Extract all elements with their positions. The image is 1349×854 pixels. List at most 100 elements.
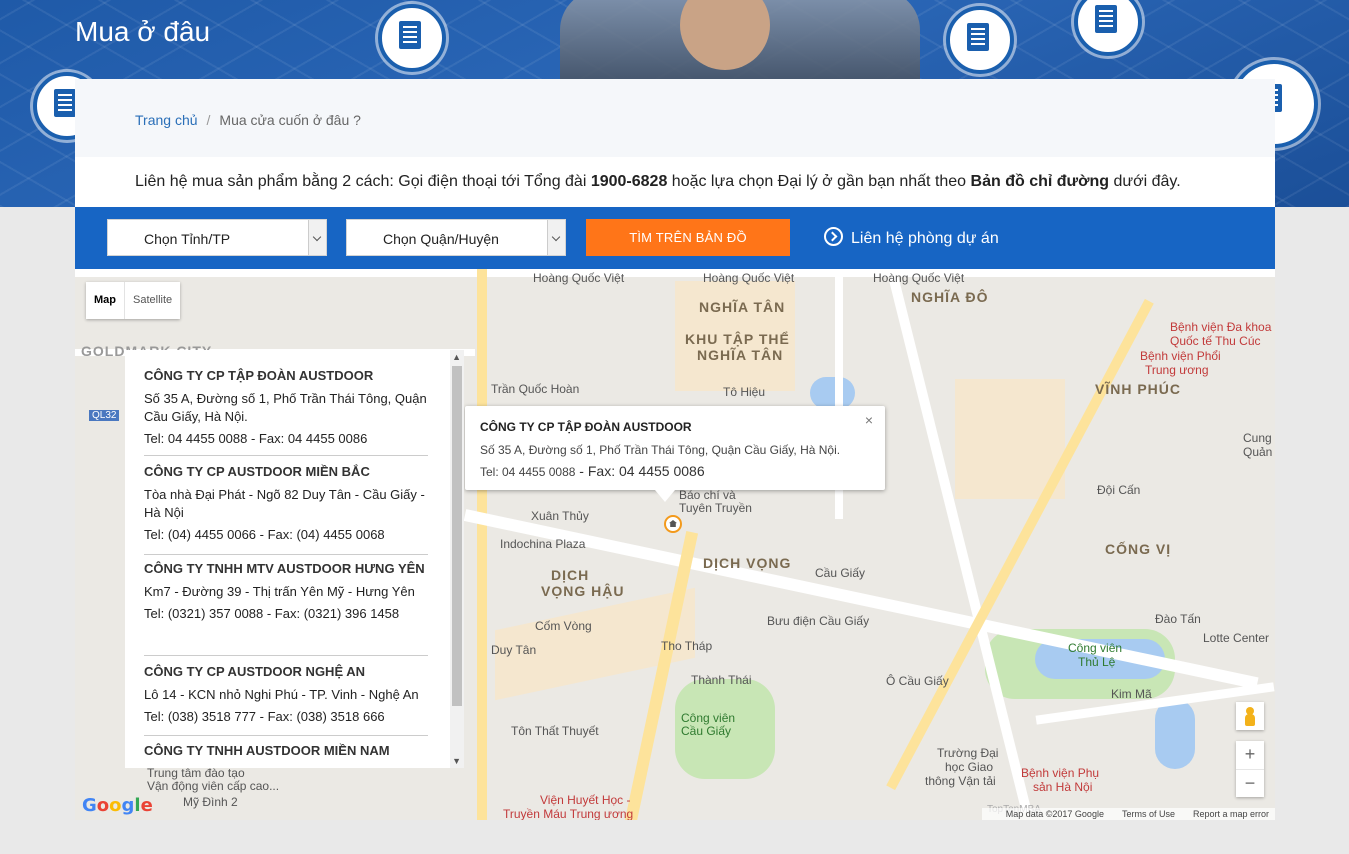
dealer-address: Số 35 A, Đường số 1, Phố Trần Thái Tông,…	[144, 391, 427, 424]
info-window-tel: Tel: 04 4455 0088	[480, 465, 576, 479]
zoom-in-button[interactable]: +	[1236, 741, 1264, 770]
map-label: Công viên	[681, 711, 736, 725]
scroll-up-icon[interactable]: ▲	[452, 352, 461, 362]
google-map[interactable]: Hoàng Quốc Việt Hoàng Quốc Việt Hoàng Qu…	[75, 269, 1275, 820]
location-marker-icon[interactable]	[664, 515, 682, 533]
breadcrumb-home-link[interactable]: Trang chủ	[135, 112, 198, 128]
content-card: Trang chủ / Mua cửa cuốn ở đâu ? Liên hệ m…	[75, 79, 1275, 207]
map-label: Viện Huyết Học -	[540, 793, 631, 807]
map-label: Đội Cấn	[1097, 483, 1141, 497]
highway-shield: QL32	[89, 410, 120, 421]
map-label: Trần Quốc Hoàn	[491, 382, 580, 396]
map-road	[477, 269, 487, 820]
list-item[interactable]: CÔNG TY CP TẬP ĐOÀN AUSTDOOR Số 35 A, Đư…	[144, 364, 428, 456]
chevron-right-circle-icon	[824, 227, 843, 246]
zoom-out-button[interactable]: −	[1236, 770, 1264, 798]
breadcrumb-separator: /	[206, 112, 211, 128]
province-select[interactable]: Chọn Tỉnh/TP	[107, 219, 327, 256]
map-label: Vận động viên cấp cao...	[147, 779, 280, 793]
breadcrumb: Trang chủ / Mua cửa cuốn ở đâu ?	[135, 112, 361, 128]
dealer-phone: Tel: (04) 4455 0066 - Fax: (04) 4455 006…	[144, 527, 385, 542]
map-label: Quản	[1243, 445, 1273, 459]
map-label: Kim Mã	[1111, 687, 1152, 701]
district-select[interactable]: Chọn Quận/Huyện	[346, 219, 566, 256]
map-label: VĨNH PHÚC	[1095, 381, 1182, 397]
info-window-title: CÔNG TY CP TẬP ĐOÀN AUSTDOOR	[480, 420, 692, 434]
chevron-down-icon	[547, 220, 565, 255]
map-label: DỊCH	[551, 567, 590, 583]
dealer-name: CÔNG TY TNHH AUSTDOOR MIỀN NAM	[144, 743, 390, 758]
info-window-fax: - Fax: 04 4455 0086	[575, 463, 705, 479]
lake	[1155, 699, 1195, 769]
intro-part: dưới đây.	[1109, 173, 1181, 190]
terms-of-use-link[interactable]: Terms of Use	[1122, 809, 1175, 819]
map-type-control: Map Satellite	[86, 282, 181, 319]
dealer-address: Km7 - Đường 39 - Thị trấn Yên Mỹ - Hưng …	[144, 584, 415, 599]
dealer-list-panel[interactable]: CÔNG TY CP TẬP ĐOÀN AUSTDOOR Số 35 A, Đư…	[125, 350, 464, 768]
map-data-credit: Map data ©2017 Google	[1005, 809, 1104, 819]
dealer-name: CÔNG TY CP AUSTDOOR NGHỆ AN	[144, 664, 366, 679]
info-window-phone: Tel: 04 4455 0088 - Fax: 04 4455 0086	[480, 463, 705, 479]
map-label: DỊCH VỌNG	[703, 555, 792, 571]
list-item[interactable]: CÔNG TY TNHH AUSTDOOR MIỀN NAM	[144, 739, 428, 763]
dealer-address: Tòa nhà Đại Phát - Ngõ 82 Duy Tân - Cầu …	[144, 487, 425, 520]
map-type-map-button[interactable]: Map	[86, 282, 125, 319]
dealer-name: CÔNG TY TNHH MTV AUSTDOOR HƯNG YÊN	[144, 561, 425, 576]
map-label: Tho Tháp	[661, 639, 713, 653]
map-label: Cầu Giấy	[815, 566, 866, 580]
map-label: NGHĨA TÂN	[699, 299, 786, 315]
list-item[interactable]: CÔNG TY CP AUSTDOOR NGHỆ AN Lô 14 - KCN …	[144, 660, 428, 736]
map-label: Thành Thái	[691, 673, 752, 687]
search-on-map-button[interactable]: TÌM TRÊN BẢN ĐỒ	[586, 219, 790, 256]
google-logo: Google	[82, 795, 153, 816]
map-label: học Giao	[945, 760, 994, 774]
dealer-phone: Tel: (038) 3518 777 - Fax: (038) 3518 66…	[144, 709, 385, 724]
map-label: Trung tâm đào tạo	[147, 766, 245, 780]
breadcrumb-current: Mua cửa cuốn ở đâu ?	[219, 112, 361, 128]
map-label: Bệnh viện Phổi	[1140, 349, 1221, 363]
map-label: Bệnh viện Phụ	[1021, 766, 1100, 780]
map-label: Trường Đại	[937, 746, 999, 760]
scrollbar-thumb[interactable]	[452, 366, 462, 706]
map-label: Hoàng Quốc Việt	[533, 271, 625, 285]
street-view-pegman-icon[interactable]	[1236, 702, 1264, 730]
map-label: Cốm Vòng	[535, 619, 592, 633]
map-label: Bưu điện Cầu Giấy	[767, 614, 870, 628]
map-info-window: CÔNG TY CP TẬP ĐOÀN AUSTDOOR Số 35 A, Đư…	[465, 406, 885, 502]
intro-part: hoặc lựa chọn Đại lý ở gần bạn nhất theo	[667, 173, 971, 190]
map-road	[888, 275, 1032, 814]
map-label: Hoàng Quốc Việt	[703, 271, 795, 285]
map-attribution: Map data ©2017 Google Terms of Use Report …	[981, 808, 1275, 820]
map-label: NGHĨA TÂN	[697, 347, 784, 363]
map-label: Tô Hiệu	[723, 385, 766, 399]
list-scrollbar[interactable]: ▲ ▼	[450, 350, 464, 768]
intro-part: Liên hệ mua sản phẩm bằng 2 cách: Gọi đi…	[135, 173, 591, 190]
map-directions-text: Bản đồ chỉ đường	[970, 173, 1110, 190]
scroll-down-icon[interactable]: ▼	[452, 756, 461, 766]
close-icon[interactable]: ×	[865, 412, 873, 428]
list-item[interactable]: CÔNG TY CP AUSTDOOR MIỀN BẮC Tòa nhà Đại…	[144, 460, 428, 555]
map-label: CỐNG VỊ	[1105, 541, 1172, 557]
map-road	[623, 531, 699, 820]
chevron-down-icon	[308, 220, 326, 255]
map-label: thông Vận tải	[925, 774, 996, 788]
map-label: Xuân Thủy	[531, 509, 589, 523]
map-label: Lotte Center	[1203, 631, 1270, 645]
map-label: Mỹ Đình 2	[183, 795, 238, 809]
map-label: Báo chí và	[679, 488, 736, 502]
info-window-address: Số 35 A, Đường số 1, Phố Trần Thái Tông,…	[480, 443, 841, 457]
list-item[interactable]: CÔNG TY TNHH MTV AUSTDOOR HƯNG YÊN Km7 -…	[144, 557, 428, 656]
map-label: Trung ương	[1145, 363, 1209, 377]
map-label: Tuyên Truyền	[679, 501, 752, 515]
report-map-error-link[interactable]: Report a map error	[1193, 809, 1269, 819]
map-label: VỌNG HẬU	[541, 583, 625, 599]
map-label: Đào Tấn	[1155, 612, 1201, 626]
page-title: Mua ở đâu	[75, 16, 211, 47]
map-label: Bệnh viện Đa khoa	[1170, 320, 1272, 334]
project-contact-label: Liên hệ phòng dự án	[851, 230, 999, 247]
map-label: Truyền Máu Trung ương	[503, 807, 634, 820]
map-type-satellite-button[interactable]: Satellite	[125, 282, 180, 319]
map-search-toolbar: Chọn Tỉnh/TP Chọn Quận/Huyện TÌM TRÊN BẢ…	[75, 207, 1275, 269]
map-label: Cung	[1243, 431, 1272, 445]
project-contact-link[interactable]: Liên hệ phòng dự án	[824, 227, 999, 248]
